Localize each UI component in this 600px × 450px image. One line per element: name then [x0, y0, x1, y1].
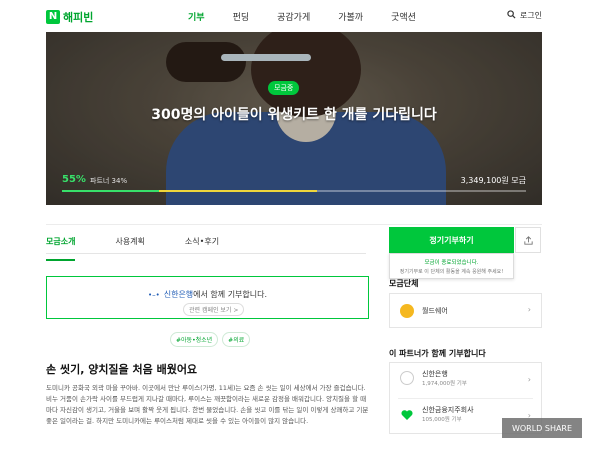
- article-title: 손 씻기, 양치질을 처음 배웠어요: [46, 363, 198, 376]
- related-campaign-button[interactable]: 관련 캠페인 보기 >: [183, 303, 245, 316]
- shinhan-bank-logo-icon: [400, 371, 414, 385]
- main-nav: 기부 펀딩 공감가게 가볼까 굿액션: [188, 10, 444, 23]
- share-icon: [523, 231, 534, 250]
- sponsor-bank-name: 신한은행: [163, 290, 194, 299]
- heart-logo-icon: [400, 407, 414, 421]
- tab-plan[interactable]: 사용계획: [115, 230, 144, 253]
- partner-name: 신한은행: [422, 370, 448, 378]
- world-share-watermark: WORLD SHARE: [502, 418, 582, 438]
- nav-item-good-action[interactable]: 굿액션: [391, 10, 416, 23]
- tooltip-line-2: 정기기부로 이 단체의 활동을 계속 응원해 주세요!: [399, 269, 504, 275]
- nav-item-donate[interactable]: 기부: [188, 10, 205, 23]
- top-header: N 해피빈 기부 펀딩 공감가게 가볼까 굿액션 로그인: [0, 0, 600, 32]
- organization-name: 월드쉐어: [422, 307, 448, 315]
- partner-name: 신한금융지주회사: [422, 406, 474, 414]
- partner-amount: 105,000원 기부: [422, 417, 462, 423]
- partners-section-label: 이 파트너가 함께 기부합니다: [389, 349, 486, 358]
- donate-tooltip: 모금이 종료되었습니다. 정기기부로 이 단체의 활동을 계속 응원해 주세요!: [389, 253, 514, 279]
- nav-item-funding[interactable]: 펀딩: [233, 10, 250, 23]
- logo-text: 해피빈: [63, 11, 94, 24]
- content-tabs: 모금소개 사용계획 소식•후기: [46, 230, 366, 261]
- campaign-title: 300명의 아이들이 위생키트 한 개를 기다립니다: [151, 107, 437, 123]
- divider: [398, 398, 533, 399]
- hashtag-list: #아동•청소년 #의료: [170, 332, 251, 347]
- partner-bar-fill: [159, 190, 318, 192]
- nav-item-store[interactable]: 공감가게: [277, 10, 310, 23]
- chevron-right-icon: ›: [527, 375, 531, 384]
- hashtag-child[interactable]: #아동•청소년: [170, 332, 219, 347]
- campaign-hero: 모금중 300명의 아이들이 위생키트 한 개를 기다립니다 55% 파트너 3…: [46, 32, 542, 205]
- login-link[interactable]: 로그인: [520, 10, 542, 21]
- partner-row[interactable]: 신한은행 1,974,000원 기부: [390, 369, 541, 387]
- status-badge: 모금중: [268, 81, 300, 95]
- progress-bar: [62, 190, 526, 192]
- organization-logo-icon: [400, 304, 414, 318]
- sponsor-suffix: 에서 함께 기부합니다.: [193, 290, 268, 299]
- partner-amount: 1,974,000원 기부: [422, 381, 467, 387]
- tooltip-line-1: 모금이 종료되었습니다.: [424, 260, 479, 266]
- progress-percent: 55%: [62, 174, 86, 185]
- search-icon[interactable]: [507, 10, 516, 21]
- naver-logo-mark: N: [46, 10, 60, 24]
- sponsor-logo-icon: •–•: [147, 291, 160, 299]
- regular-donate-button[interactable]: 정기기부하기: [389, 227, 514, 253]
- chevron-right-icon: ›: [527, 305, 531, 314]
- partner-percent: 파트너 34%: [90, 177, 128, 185]
- sponsor-box: •–• 신한은행에서 함께 기부합니다. 관련 캠페인 보기 >: [46, 276, 369, 319]
- article-body: 도미니카 공화국 외곽 마을 꾸아바. 이곳에서 만난 루이스(가명, 11세)…: [46, 384, 369, 425]
- tab-intro[interactable]: 모금소개: [46, 230, 76, 261]
- divider: [46, 224, 542, 225]
- tab-news[interactable]: 소식•후기: [185, 230, 219, 253]
- sponsor-line: •–• 신한은행에서 함께 기부합니다.: [47, 289, 368, 300]
- raised-amount: 3,349,100원 모금: [460, 176, 526, 185]
- nav-item-visit[interactable]: 가볼까: [338, 10, 363, 23]
- happybean-logo[interactable]: N 해피빈: [46, 9, 93, 25]
- organization-card[interactable]: 월드쉐어 ›: [389, 293, 542, 328]
- share-button[interactable]: [515, 227, 541, 253]
- hashtag-medical[interactable]: #의료: [222, 332, 251, 347]
- organization-section-label: 모금단체: [389, 279, 419, 288]
- header-actions: 로그인: [507, 10, 542, 21]
